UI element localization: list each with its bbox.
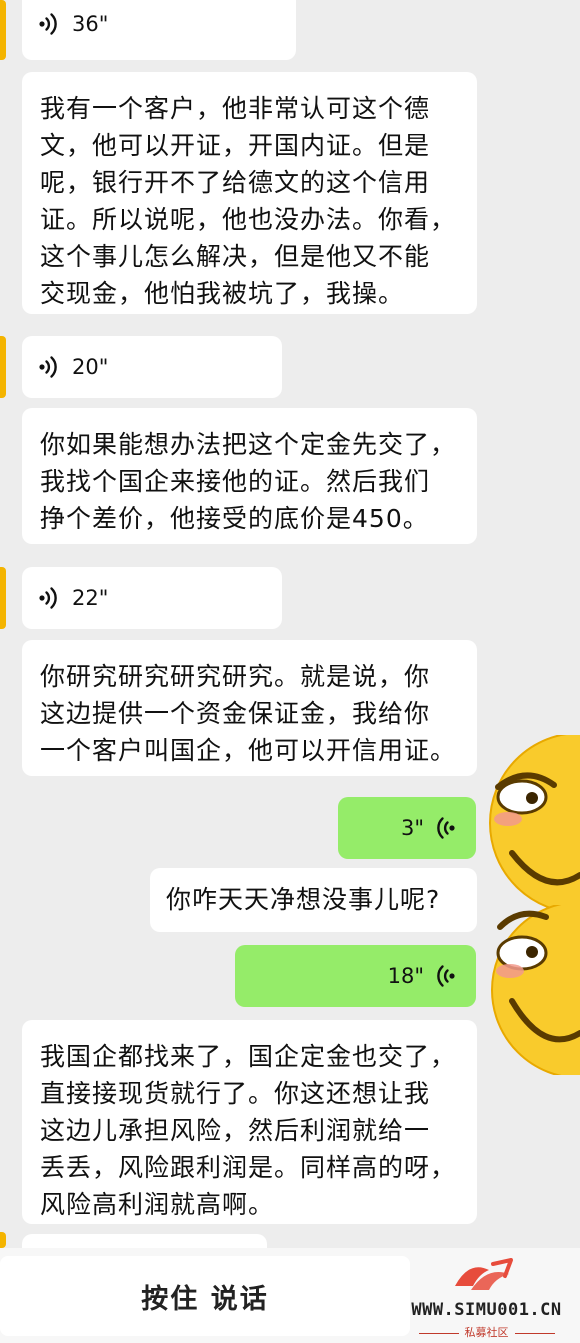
message-line: 我有一个客户，他非常认可这个德 [40,94,431,123]
message-line: 交现金，他怕我被坑了，我操。 [40,279,405,308]
message-line: 一个客户叫国企，他可以开信用证。 [40,736,457,765]
voice-wave-icon [38,355,60,379]
voice-message-sent[interactable]: 18" [235,945,476,1007]
smirk-emoji-sticker [488,732,580,914]
avatar[interactable] [0,336,6,398]
simu-logo-icon [449,1256,519,1302]
watermark-url: WWW.SIMU001.CN [411,1300,562,1320]
voice-duration: 3" [400,816,424,840]
message-line: 你研究研究研究研究。就是说，你 [40,662,431,691]
voice-message[interactable]: 22" [22,567,282,629]
voice-duration: 36" [72,12,109,36]
text-message[interactable]: 你如果能想办法把这个定金先交了， 我找个国企来接他的证。然后我们 挣个差价，他接… [22,408,477,544]
voice-message-sent[interactable]: 3" [338,797,476,859]
message-line: 丢丢，风险跟利润是。同样高的呀， [40,1153,457,1182]
avatar[interactable] [0,0,6,60]
message-line: 直接接现货就行了。你这还想让我 [40,1079,431,1108]
message-line: 我找个国企来接他的证。然后我们 [40,467,431,496]
voice-duration: 18" [387,964,424,988]
message-line: 你咋天天净想没事儿呢? [166,885,441,914]
message-line: 这个事儿怎么解决，但是他又不能 [40,242,431,271]
voice-message[interactable]: 20" [22,336,282,398]
watermark-subtitle: 私募社区 [399,1324,574,1340]
voice-wave-icon [434,816,456,840]
text-message[interactable]: 我国企都找来了，国企定金也交了， 直接接现货就行了。你这还想让我 这边儿承担风险… [22,1020,477,1224]
message-line: 证。所以说呢，他也没办法。你看， [40,205,457,234]
smirk-emoji-sticker [488,901,580,1079]
voice-wave-icon [38,586,60,610]
voice-wave-icon [38,12,60,36]
avatar[interactable] [0,567,6,629]
voice-wave-icon [434,964,456,988]
message-line: 这边儿承担风险，然后利润就给一 [40,1116,431,1145]
text-message[interactable]: 我有一个客户，他非常认可这个德 文，他可以开证，开国内证。但是 呢，银行开不了给… [22,72,477,314]
text-message[interactable]: 你研究研究研究研究。就是说，你 这边提供一个资金保证金，我给你 一个客户叫国企，… [22,640,477,776]
message-line: 风险高利润就高啊。 [40,1190,275,1219]
message-line: 你如果能想办法把这个定金先交了， [40,430,457,459]
message-line: 文，他可以开证，开国内证。但是 [40,131,431,160]
voice-message[interactable]: 36" [22,0,296,60]
watermark: WWW.SIMU001.CN 私募社区 [399,1252,574,1340]
avatar[interactable] [0,1232,6,1248]
message-line: 这边提供一个资金保证金，我给你 [40,699,431,728]
message-line: 挣个差价，他接受的底价是450。 [40,504,429,533]
hold-to-talk-button[interactable]: 按住 说话 [0,1256,410,1336]
voice-duration: 20" [72,355,109,379]
text-message[interactable]: 你咋天天净想没事儿呢? [150,868,477,932]
message-line: 我国企都找来了，国企定金也交了， [40,1042,457,1071]
message-line: 呢，银行开不了给德文的这个信用 [40,168,431,197]
voice-duration: 22" [72,586,109,610]
